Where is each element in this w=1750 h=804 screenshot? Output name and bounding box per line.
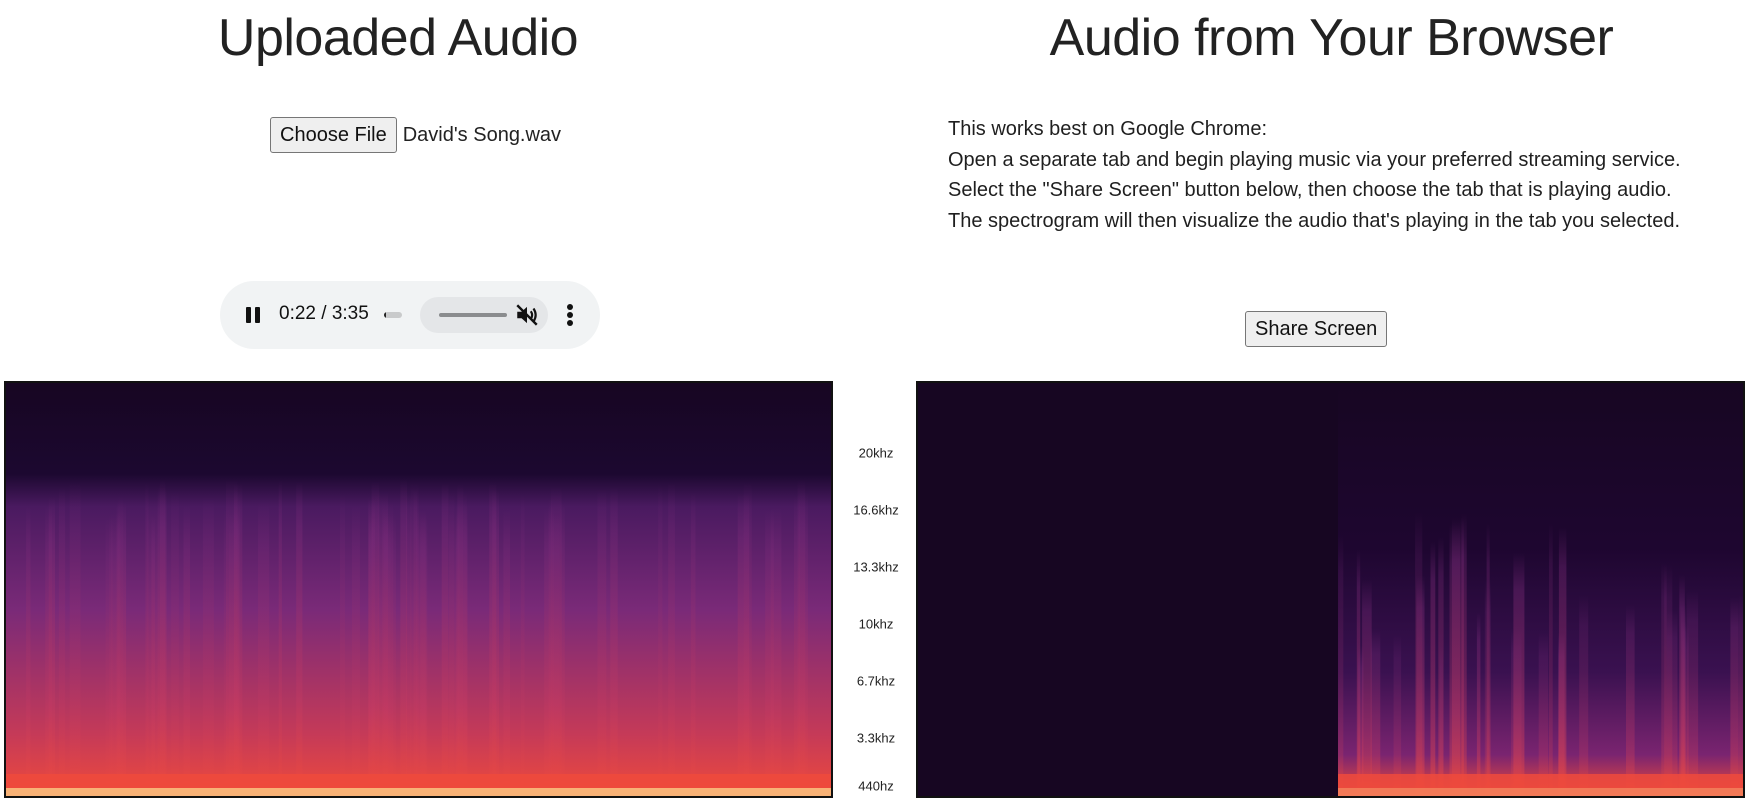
audio-player: 0:22 / 3:35: [220, 281, 600, 349]
volume-fill: [439, 313, 507, 317]
mute-icon[interactable]: [514, 302, 540, 328]
progress-fill: [384, 312, 386, 318]
uploaded-spectrogram: [4, 381, 833, 798]
frequency-tick: 20khz: [858, 445, 894, 461]
instruction-line: Open a separate tab and begin playing mu…: [948, 148, 1681, 171]
frequency-tick: 6.7khz: [856, 673, 896, 689]
frequency-tick: 13.3khz: [853, 559, 899, 575]
pause-icon[interactable]: [244, 305, 262, 325]
file-input: Choose File David's Song.wav: [270, 117, 561, 153]
share-screen-button[interactable]: Share Screen: [1245, 311, 1388, 347]
instructions: This works best on Google Chrome: Open a…: [948, 114, 1681, 236]
browser-spectrogram: [916, 381, 1745, 798]
instruction-line: This works best on Google Chrome:: [948, 118, 1268, 140]
frequency-tick: 3.3khz: [856, 730, 896, 746]
frequency-tick: 10khz: [858, 616, 894, 632]
selected-filename: David's Song.wav: [402, 123, 562, 146]
volume-slider[interactable]: [439, 313, 507, 317]
instruction-line: The spectrogram will then visualize the …: [948, 209, 1681, 232]
frequency-axis: 20khz 16.6khz 13.3khz 10khz 6.7khz 3.3kh…: [836, 381, 916, 798]
time-display: 0:22 / 3:35: [279, 303, 369, 324]
frequency-tick: 16.6khz: [853, 502, 899, 518]
browser-audio-title: Audio from Your Browser: [1049, 9, 1614, 67]
uploaded-audio-title: Uploaded Audio: [217, 9, 579, 67]
frequency-tick: 440hz: [858, 778, 894, 794]
instruction-line: Select the "Share Screen" button below, …: [948, 179, 1672, 201]
choose-file-button[interactable]: Choose File: [270, 117, 397, 153]
progress-bar[interactable]: [384, 312, 402, 318]
more-vert-icon[interactable]: [566, 303, 574, 327]
